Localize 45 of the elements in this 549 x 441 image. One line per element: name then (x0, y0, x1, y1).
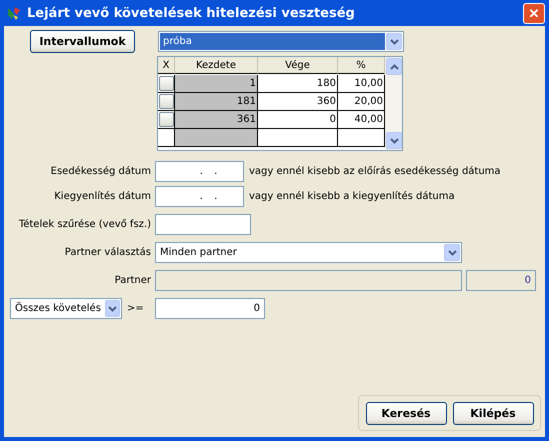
settle-date-field[interactable]: . . (155, 186, 244, 207)
scroll-up-button[interactable] (386, 58, 402, 75)
table-cell: 20,00 (338, 93, 385, 111)
hint-text: vagy ennél kisebb a kiegyenlítés dátuma (249, 191, 455, 202)
column-header[interactable]: Kezdete (175, 57, 258, 74)
operator-label: >= (127, 303, 145, 314)
column-header[interactable]: X (158, 57, 175, 74)
table-cell: 0 (258, 111, 338, 129)
field-label: Partner (114, 274, 151, 286)
column-header[interactable]: Vége (258, 57, 338, 74)
field-label: Kiegyenlítés dátum (54, 191, 151, 202)
hint-text: vagy ennél kisebb az előírás esedékesség dátuma (249, 166, 501, 177)
row-select-button[interactable] (158, 94, 174, 109)
chevron-up-icon (390, 64, 398, 70)
exit-button[interactable]: Kilépés (452, 402, 534, 424)
chevron-down-icon (448, 250, 456, 256)
due-date-field[interactable]: . . (155, 161, 244, 182)
column-header[interactable]: % (338, 57, 385, 74)
table-cell: 361 (175, 111, 258, 129)
amount-mode-dropdown[interactable]: Összes követelés (10, 298, 122, 319)
intervals-button[interactable]: Intervallumok (30, 30, 135, 53)
window-title: Lejárt vevő követelések hitelezési veszteség (27, 6, 356, 20)
table-cell: 40,00 (338, 111, 385, 129)
table-cell: 180 (258, 75, 338, 93)
table-cell: 1 (175, 75, 258, 93)
table-cell: 10,00 (338, 75, 385, 93)
chevron-down-icon (390, 38, 398, 44)
search-button[interactable]: Keresés (366, 402, 446, 424)
scroll-down-button[interactable] (386, 132, 402, 149)
close-button[interactable]: ✕ (523, 2, 545, 24)
row-select-button[interactable] (158, 76, 174, 91)
field-label: Tételek szűrése (vevő fsz.) (18, 219, 151, 230)
profile-dropdown[interactable]: próba (158, 31, 404, 52)
app-icon (6, 5, 22, 21)
table-cell: 181 (175, 93, 258, 111)
row-select-button[interactable] (158, 112, 174, 127)
partner-code-field: 0 (466, 270, 536, 290)
filter-field[interactable] (155, 214, 251, 235)
chevron-down-icon (108, 306, 117, 312)
table-cell: 360 (258, 93, 338, 111)
amount-field[interactable]: 0 (155, 298, 265, 319)
partner-dropdown[interactable]: Minden partner (155, 242, 462, 263)
chevron-down-icon (390, 138, 398, 144)
field-label: Esedékesség dátum (50, 166, 151, 177)
field-label: Partner választás (64, 247, 151, 258)
